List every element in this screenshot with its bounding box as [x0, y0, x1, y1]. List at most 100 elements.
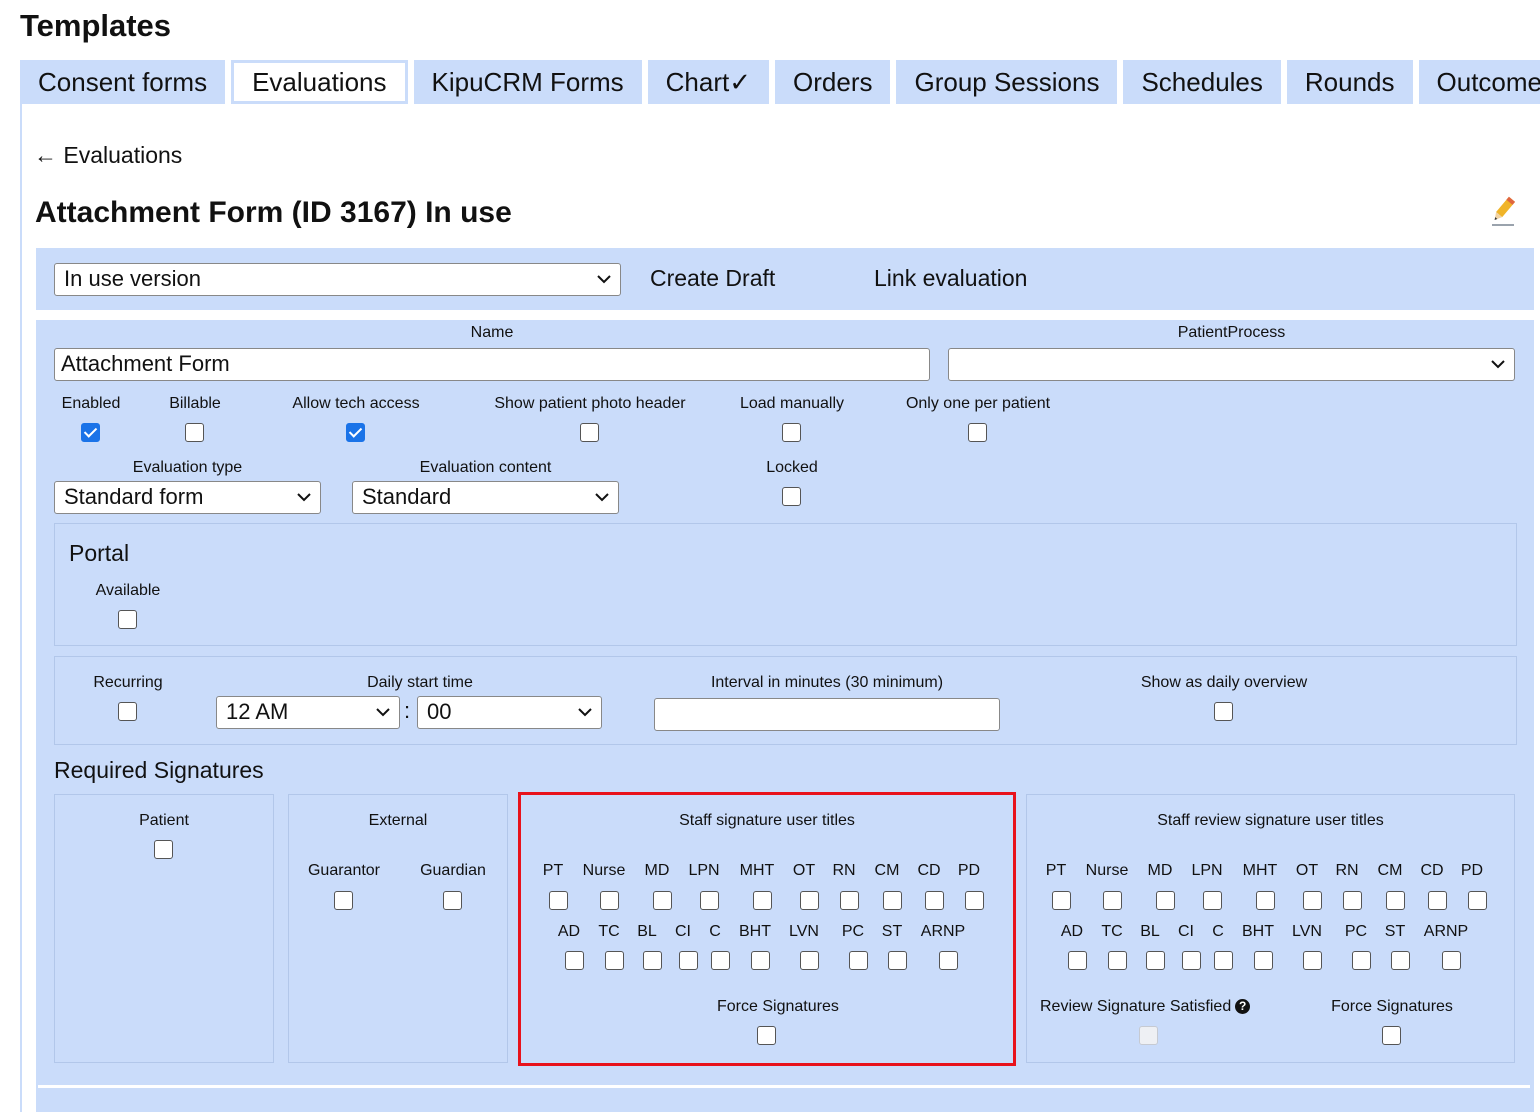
review-satisfied-text: Review Signature Satisfied: [1040, 998, 1232, 1015]
staff-title-lpn-label: LPN: [688, 862, 720, 879]
chevron-down-icon: [376, 708, 390, 717]
allow-tech-access-label: Allow tech access: [292, 395, 420, 412]
review-title-ot-checkbox[interactable]: [1303, 891, 1322, 910]
staff-force-signatures-label: Force Signatures: [717, 998, 839, 1015]
tab-orders[interactable]: Orders: [775, 60, 891, 104]
interval-label: Interval in minutes (30 minimum): [710, 674, 944, 691]
review-title-cd-checkbox[interactable]: [1428, 891, 1447, 910]
guardian-label: Guardian: [420, 862, 486, 879]
review-title-ad-checkbox[interactable]: [1068, 951, 1087, 970]
review-title-st-checkbox[interactable]: [1391, 951, 1410, 970]
tab-outcomes[interactable]: Outcomes: [1418, 60, 1540, 104]
tab-consent-forms[interactable]: Consent forms: [20, 60, 226, 104]
evaluation-type-select[interactable]: Standard form: [54, 481, 321, 514]
staff-title-lpn-checkbox[interactable]: [700, 891, 719, 910]
tab-evaluations[interactable]: Evaluations: [231, 60, 408, 104]
enabled-checkbox[interactable]: [81, 423, 100, 442]
review-title-pc-checkbox[interactable]: [1352, 951, 1371, 970]
staff-title-ot-checkbox[interactable]: [800, 891, 819, 910]
link-evaluation-button[interactable]: Link evaluation: [874, 265, 1027, 292]
review-title-lvn-checkbox[interactable]: [1303, 951, 1322, 970]
review-title-cm-checkbox[interactable]: [1386, 891, 1405, 910]
external-signature-label: External: [368, 812, 428, 829]
start-hour-value: 12 AM: [226, 699, 289, 724]
create-draft-button[interactable]: Create Draft: [650, 265, 775, 292]
staff-title-lvn-checkbox[interactable]: [800, 951, 819, 970]
tab-group-sessions[interactable]: Group Sessions: [896, 60, 1118, 104]
name-input[interactable]: Attachment Form: [54, 348, 930, 381]
staff-title-arnp-checkbox[interactable]: [939, 951, 958, 970]
review-title-pd-label: PD: [1460, 862, 1484, 879]
only-one-per-patient-checkbox[interactable]: [968, 423, 987, 442]
review-title-lpn-checkbox[interactable]: [1203, 891, 1222, 910]
review-title-pd-checkbox[interactable]: [1468, 891, 1487, 910]
review-title-arnp-checkbox[interactable]: [1442, 951, 1461, 970]
start-minute-select[interactable]: 00: [417, 696, 602, 729]
evaluation-content-select[interactable]: Standard: [352, 481, 619, 514]
review-title-pt-checkbox[interactable]: [1052, 891, 1071, 910]
staff-title-rn-checkbox[interactable]: [840, 891, 859, 910]
pencil-edit-icon[interactable]: [1488, 194, 1518, 228]
daily-overview-checkbox[interactable]: [1214, 702, 1233, 721]
staff-force-signatures-checkbox[interactable]: [757, 1026, 776, 1045]
start-hour-select[interactable]: 12 AM: [216, 696, 400, 729]
staff-title-ci-checkbox[interactable]: [679, 951, 698, 970]
portal-available-checkbox[interactable]: [118, 610, 137, 629]
staff-title-cm-checkbox[interactable]: [883, 891, 902, 910]
staff-title-mht-checkbox[interactable]: [753, 891, 772, 910]
form-heading: Attachment Form (ID 3167) In use: [35, 196, 512, 229]
review-title-c-checkbox[interactable]: [1214, 951, 1233, 970]
review-title-rn-checkbox[interactable]: [1343, 891, 1362, 910]
back-to-evaluations-link[interactable]: ← Evaluations: [34, 142, 182, 169]
staff-title-nurse-checkbox[interactable]: [600, 891, 619, 910]
tab-rounds[interactable]: Rounds: [1286, 60, 1413, 104]
staff-title-bl-checkbox[interactable]: [643, 951, 662, 970]
load-manually-checkbox[interactable]: [782, 423, 801, 442]
guarantor-checkbox[interactable]: [334, 891, 353, 910]
guardian-checkbox[interactable]: [443, 891, 462, 910]
patient-process-select[interactable]: [948, 348, 1515, 381]
staff-title-pc-checkbox[interactable]: [849, 951, 868, 970]
review-signature-title: Staff review signature user titles: [1157, 812, 1384, 829]
tab-chart[interactable]: Chart✓: [647, 60, 770, 104]
staff-title-pd-checkbox[interactable]: [965, 891, 984, 910]
recurring-label: Recurring: [93, 674, 163, 691]
staff-title-pt-checkbox[interactable]: [549, 891, 568, 910]
review-title-md-checkbox[interactable]: [1156, 891, 1175, 910]
staff-title-bht-checkbox[interactable]: [751, 951, 770, 970]
review-title-bl-checkbox[interactable]: [1146, 951, 1165, 970]
review-title-ci-checkbox[interactable]: [1182, 951, 1201, 970]
version-select-value: In use version: [64, 266, 201, 291]
billable-checkbox[interactable]: [185, 423, 204, 442]
portal-title: Portal: [69, 540, 130, 566]
staff-title-cd-checkbox[interactable]: [925, 891, 944, 910]
review-title-mht-checkbox[interactable]: [1256, 891, 1275, 910]
review-title-bht-checkbox[interactable]: [1254, 951, 1273, 970]
evaluation-content-value: Standard: [362, 484, 452, 509]
staff-title-nurse-label: Nurse: [582, 862, 626, 879]
review-title-nurse-label: Nurse: [1085, 862, 1129, 879]
review-force-signatures-checkbox[interactable]: [1382, 1026, 1401, 1045]
staff-title-tc-checkbox[interactable]: [605, 951, 624, 970]
version-select[interactable]: In use version: [54, 263, 621, 296]
tab-schedules[interactable]: Schedules: [1123, 60, 1281, 104]
review-title-nurse-checkbox[interactable]: [1103, 891, 1122, 910]
help-icon[interactable]: ?: [1235, 999, 1251, 1014]
staff-title-md-checkbox[interactable]: [653, 891, 672, 910]
patient-signature-box: [54, 794, 274, 1063]
show-patient-photo-header-checkbox[interactable]: [580, 423, 599, 442]
locked-checkbox[interactable]: [782, 487, 801, 506]
locked-label: Locked: [766, 459, 818, 476]
tab-bar: Consent forms Evaluations KipuCRM Forms Cha…: [20, 60, 1540, 104]
daily-start-time-label: Daily start time: [367, 674, 473, 691]
staff-title-st-checkbox[interactable]: [888, 951, 907, 970]
allow-tech-access-checkbox[interactable]: [346, 423, 365, 442]
patient-signature-checkbox[interactable]: [154, 840, 173, 859]
portal-section: [54, 523, 1517, 646]
review-title-tc-checkbox[interactable]: [1108, 951, 1127, 970]
tab-kipucrm-forms[interactable]: KipuCRM Forms: [413, 60, 642, 104]
interval-input[interactable]: [654, 698, 1000, 731]
staff-title-c-checkbox[interactable]: [711, 951, 730, 970]
staff-title-ad-checkbox[interactable]: [565, 951, 584, 970]
recurring-checkbox[interactable]: [118, 702, 137, 721]
